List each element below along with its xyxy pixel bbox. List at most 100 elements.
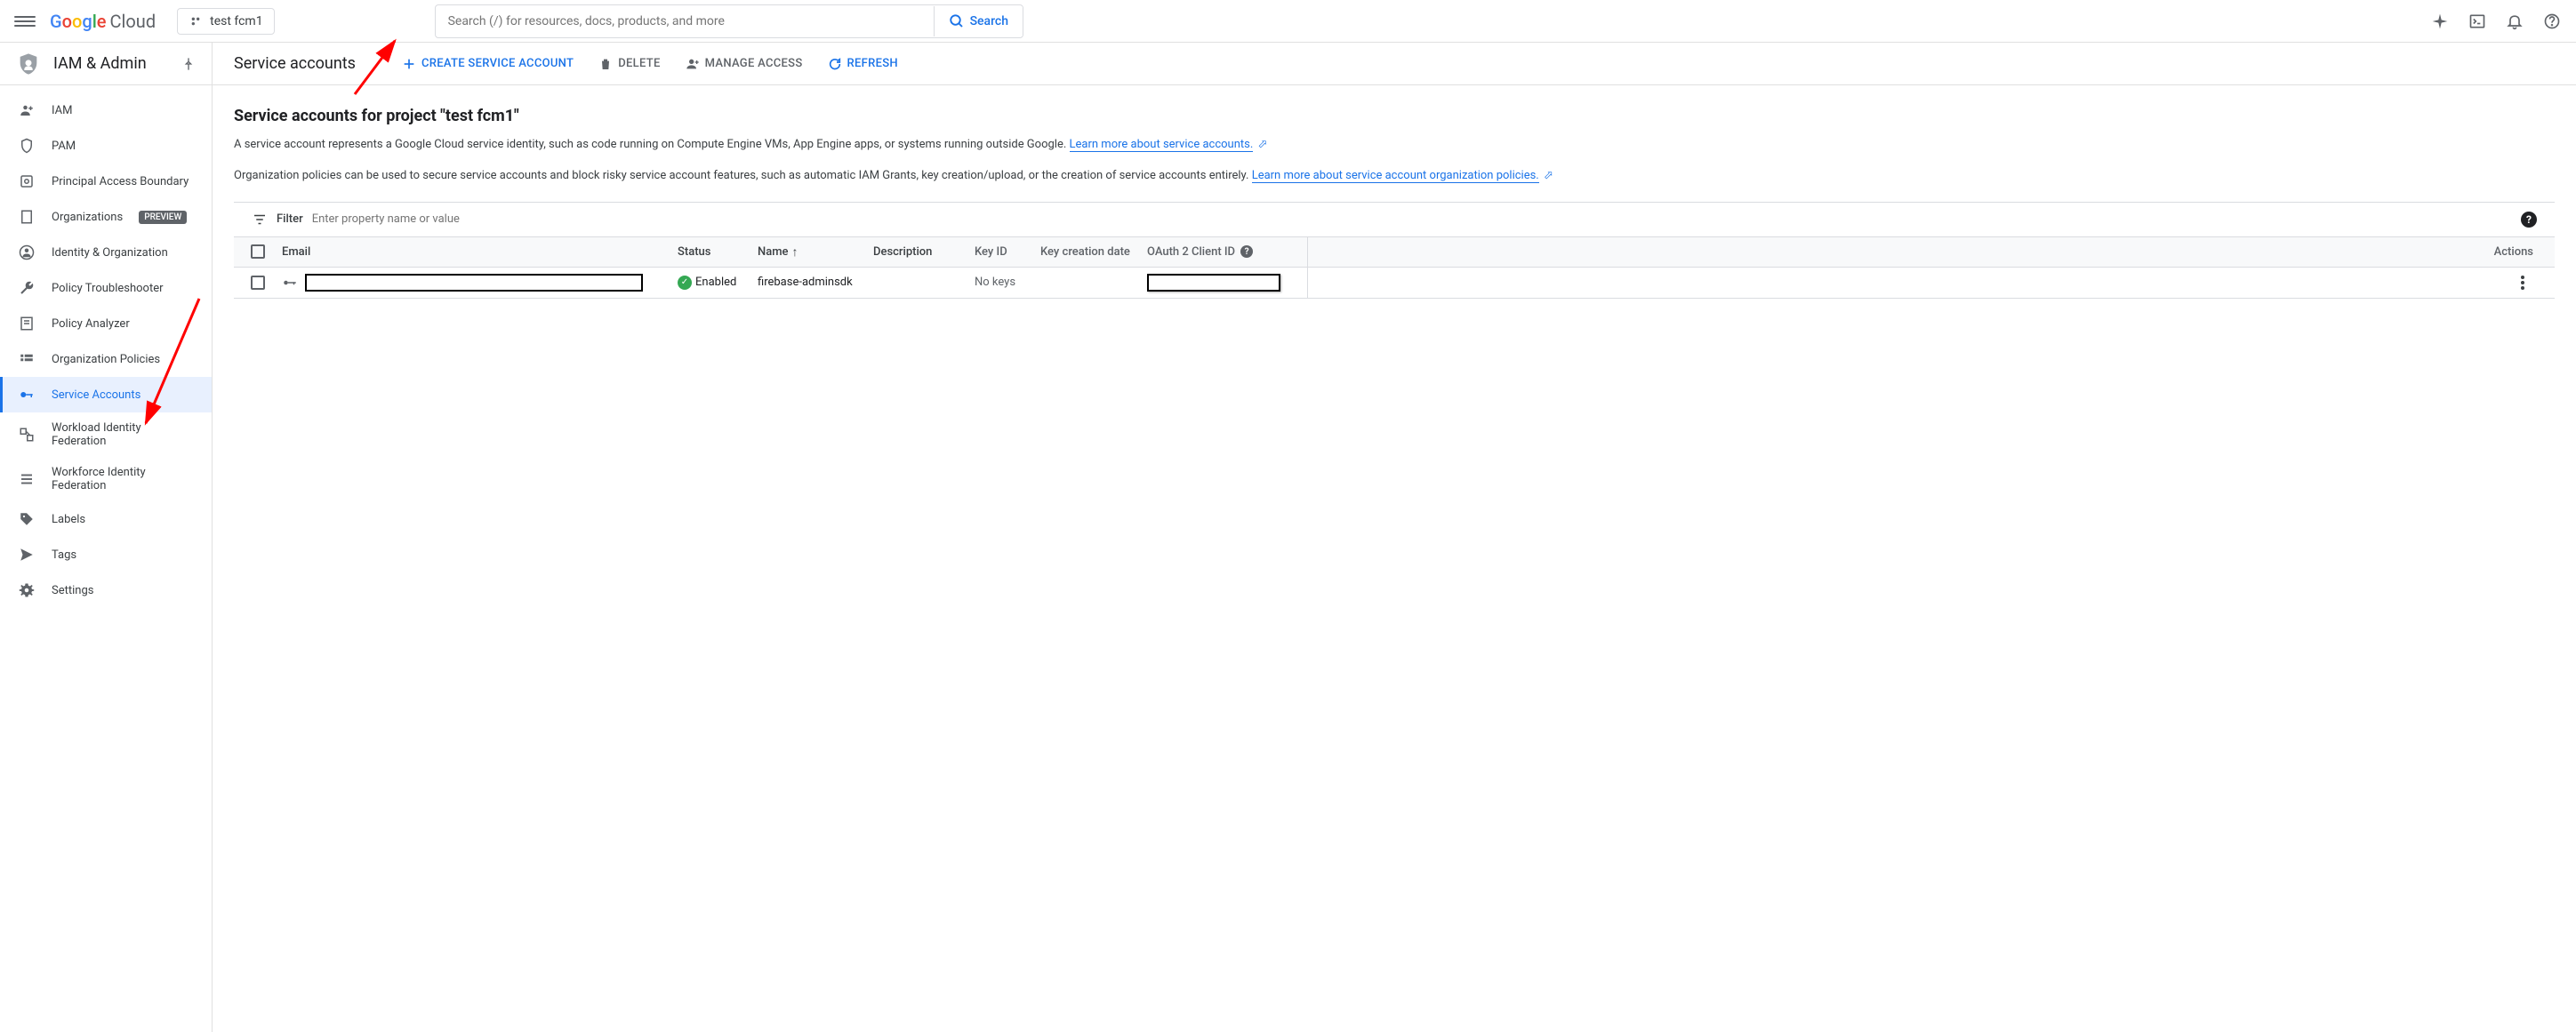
content-title: Service accounts for project "test fcm1" <box>234 107 2555 125</box>
project-name: test fcm1 <box>210 14 262 28</box>
sidebar-label: Workforce Identity Federation <box>52 466 194 492</box>
status-enabled-icon: ✓ <box>678 276 692 290</box>
pin-icon[interactable] <box>181 57 196 71</box>
shield-icon <box>16 52 41 76</box>
sidebar: IAM PAM Principal Access Boundary Organi… <box>0 85 213 1032</box>
sidebar-item-policy-analyzer[interactable]: Policy Analyzer <box>0 306 212 341</box>
manage-access-button[interactable]: MANAGE ACCESS <box>686 57 803 71</box>
redacted-oauth <box>1147 274 1280 292</box>
col-keyid[interactable]: Key ID <box>975 245 1040 259</box>
person-add-icon <box>18 101 36 119</box>
person-circle-icon <box>18 244 36 261</box>
sidebar-label: IAM <box>52 104 72 117</box>
select-all-checkbox[interactable] <box>251 244 265 259</box>
list-icon <box>18 350 36 368</box>
key-icon <box>282 275 298 291</box>
search-button[interactable]: Search <box>934 6 1023 36</box>
send-icon <box>18 546 36 564</box>
sidebar-label: Tags <box>52 548 76 562</box>
header-right <box>2430 12 2562 31</box>
project-icon <box>189 14 203 28</box>
external-link-icon: ⬀ <box>1544 169 1553 182</box>
sidebar-item-organizations[interactable]: Organizations PREVIEW <box>0 199 212 235</box>
boundary-icon <box>18 172 36 190</box>
sidebar-label: Policy Troubleshooter <box>52 282 164 295</box>
shield-outline-icon <box>18 137 36 155</box>
col-status[interactable]: Status <box>678 245 758 259</box>
col-actions: Actions <box>1307 237 2555 267</box>
filter-icon <box>252 212 268 228</box>
federation-icon <box>18 426 36 444</box>
sidebar-label: Labels <box>52 513 85 526</box>
sidebar-label: Principal Access Boundary <box>52 175 189 188</box>
gear-icon <box>18 581 36 599</box>
delete-button[interactable]: DELETE <box>598 57 660 71</box>
table-row: ✓ Enabled firebase-adminsdk No keys <box>234 267 2555 299</box>
sidebar-item-settings[interactable]: Settings <box>0 572 212 608</box>
search-container: Search <box>435 4 1023 38</box>
content-desc1: A service account represents a Google Cl… <box>234 136 2555 155</box>
redacted-email <box>305 274 643 292</box>
preview-badge: PREVIEW <box>139 211 187 224</box>
section-bar: IAM & Admin Service accounts CREATE SERV… <box>0 43 2576 85</box>
content-desc2: Organization policies can be used to sec… <box>234 167 2555 186</box>
wrench-icon <box>18 279 36 297</box>
sidebar-item-policy-troubleshooter[interactable]: Policy Troubleshooter <box>0 270 212 306</box>
sidebar-item-iam[interactable]: IAM <box>0 92 212 128</box>
sidebar-label: Service Accounts <box>52 388 140 402</box>
status-text: Enabled <box>695 276 736 289</box>
cloud-shell-icon[interactable] <box>2468 12 2487 31</box>
key-icon <box>18 386 36 404</box>
person-add-icon <box>686 57 700 71</box>
google-cloud-logo[interactable]: Google Cloud <box>50 11 156 32</box>
sort-arrow-icon: ↑ <box>792 244 798 260</box>
sidebar-item-pam[interactable]: PAM <box>0 128 212 164</box>
sidebar-label: Workload Identity Federation <box>52 421 194 448</box>
learn-more-link1[interactable]: Learn more about service accounts. <box>1070 138 1254 152</box>
sidebar-label: Organization Policies <box>52 353 160 366</box>
create-service-account-button[interactable]: CREATE SERVICE ACCOUNT <box>402 57 574 71</box>
table-header-row: Email Status Name ↑ Description Key ID K… <box>234 236 2555 267</box>
sidebar-label: Policy Analyzer <box>52 317 130 331</box>
learn-more-link2[interactable]: Learn more about service account organiz… <box>1252 169 1539 183</box>
refresh-button[interactable]: REFRESH <box>828 57 898 71</box>
col-oauth[interactable]: OAuth 2 Client ID ? <box>1147 245 1307 259</box>
external-link-icon: ⬀ <box>1258 138 1268 151</box>
col-keydate[interactable]: Key creation date <box>1040 245 1147 259</box>
sidebar-item-tags[interactable]: Tags <box>0 537 212 572</box>
sidebar-item-pab[interactable]: Principal Access Boundary <box>0 164 212 199</box>
help-icon[interactable] <box>2542 12 2562 31</box>
top-header: Google Cloud test fcm1 Search <box>0 0 2576 43</box>
sidebar-item-service-accounts[interactable]: Service Accounts <box>0 377 212 412</box>
sidebar-item-labels[interactable]: Labels <box>0 501 212 537</box>
row-keyid: No keys <box>975 276 1040 289</box>
page-heading: Service accounts <box>234 54 356 73</box>
table-container: Filter ? Email Status Name ↑ Description… <box>234 202 2555 299</box>
row-checkbox[interactable] <box>251 276 265 290</box>
sidebar-label: Organizations <box>52 211 123 224</box>
notifications-icon[interactable] <box>2505 12 2524 31</box>
menu-icon[interactable] <box>14 11 36 32</box>
gemini-icon[interactable] <box>2430 12 2450 31</box>
sidebar-item-workload-if[interactable]: Workload Identity Federation <box>0 412 212 457</box>
filter-help-icon[interactable]: ? <box>2521 212 2537 228</box>
col-email[interactable]: Email <box>282 245 678 259</box>
trash-icon <box>598 57 613 71</box>
section-right: Service accounts CREATE SERVICE ACCOUNT … <box>213 43 2576 84</box>
sidebar-label: Settings <box>52 584 93 597</box>
filter-input[interactable] <box>312 212 2512 226</box>
row-actions-menu[interactable] <box>2512 276 2533 290</box>
search-input[interactable] <box>436 5 934 37</box>
plus-icon <box>402 57 416 71</box>
col-description[interactable]: Description <box>873 245 975 259</box>
project-selector[interactable]: test fcm1 <box>177 8 274 35</box>
refresh-icon <box>828 57 842 71</box>
sidebar-item-workforce-if[interactable]: Workforce Identity Federation <box>0 457 212 501</box>
sidebar-item-org-policies[interactable]: Organization Policies <box>0 341 212 377</box>
col-name[interactable]: Name ↑ <box>758 244 873 260</box>
sidebar-item-identity-org[interactable]: Identity & Organization <box>0 235 212 270</box>
list-icon <box>18 470 36 488</box>
section-left: IAM & Admin <box>0 43 213 84</box>
filter-bar: Filter ? <box>234 203 2555 236</box>
help-circle-icon[interactable]: ? <box>1240 245 1253 258</box>
